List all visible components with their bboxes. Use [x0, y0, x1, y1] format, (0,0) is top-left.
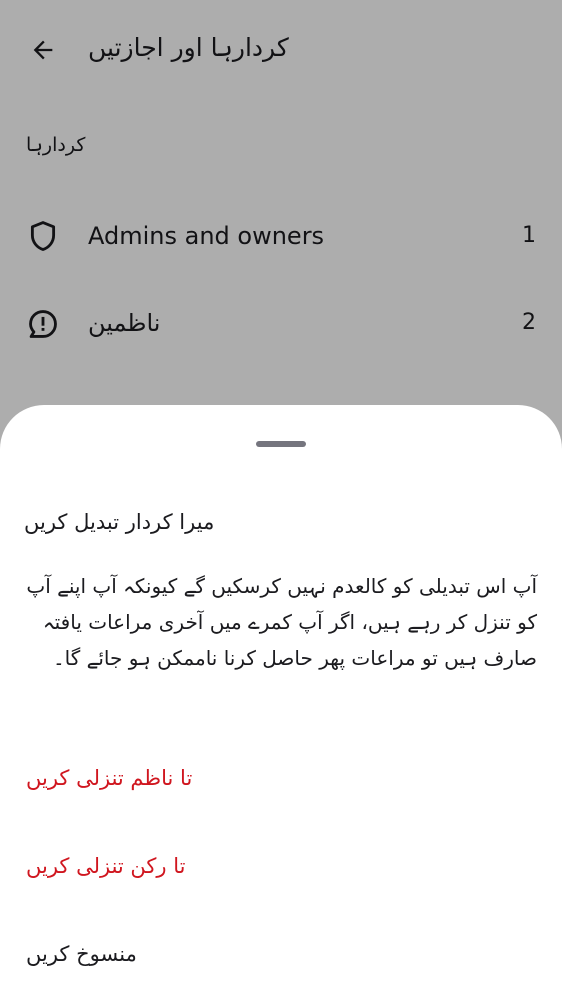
sheet-message: آپ اس تبدیلی کو کالعدم نہیں کرسکیں گے کی…	[26, 574, 537, 670]
change-role-bottom-sheet: میرا کردار تبدیل کریں آپ اس تبدیلی کو کا…	[0, 405, 562, 1000]
demote-to-member-button[interactable]: تا رکن تنزلی کریں	[26, 849, 185, 883]
cancel-button[interactable]: منسوخ کریں	[26, 937, 137, 971]
drag-handle[interactable]	[256, 441, 306, 447]
sheet-title: میرا کردار تبدیل کریں	[24, 510, 215, 534]
demote-to-moderator-button[interactable]: تا ناظم تنزلی کریں	[26, 761, 192, 795]
